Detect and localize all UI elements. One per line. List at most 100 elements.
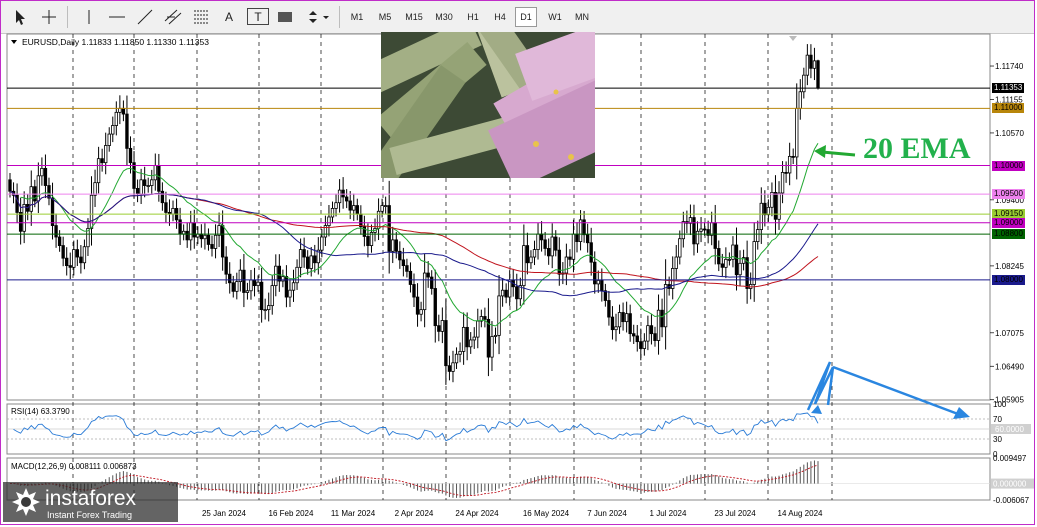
rsi-tick-label: 100 [993,400,1007,409]
candle-body [469,339,473,348]
macd-tick-label: 0.009497 [993,454,1027,463]
candle-body [727,258,732,261]
x-axis-label: 1 Jul 2024 [650,509,687,518]
candle-body [635,335,639,343]
candle-body [795,107,799,158]
candle-body [65,257,69,267]
candle-body [306,256,310,269]
candle-body [770,192,774,208]
candle-body [47,185,51,199]
candle-body [185,230,189,241]
candle-body [383,205,388,207]
candle-body [192,222,196,238]
candle-body [405,265,409,272]
candle-body [29,186,33,212]
candle-body [546,248,551,257]
candle-body [245,290,250,293]
x-axis-label: 2 Apr 2024 [395,509,434,518]
candle-body [252,279,257,287]
candle-body [660,309,664,328]
candle-body [624,313,629,323]
candle-body [220,225,225,258]
candle-body [695,230,700,245]
candle-body [798,91,802,109]
price-level-label: 1.09500 [992,189,1025,200]
candle-body [812,60,817,69]
candle-body [777,192,781,220]
candle-body [164,202,168,213]
candle-body [8,179,12,192]
candle-body [259,281,264,311]
candle-body [54,225,58,238]
candle-body [802,74,806,93]
candle-body [320,236,324,251]
candle-body [596,280,600,285]
y-tick-label: 1.06490 [995,362,1024,371]
candle-body [543,239,547,249]
candle-body [444,320,448,367]
candle-body [780,171,785,194]
candle-body [486,318,491,358]
candle-body [472,336,476,341]
candle-body [199,233,204,240]
candle-body [231,282,235,292]
candle-body [681,221,686,240]
candle-body [791,155,795,158]
candle-body [632,333,636,337]
candle-body [724,258,728,268]
candle-body [550,236,554,257]
candle-body [274,265,278,287]
candle-body [362,226,367,237]
candle-body [79,256,83,264]
candle-body [678,238,682,258]
candle-body [759,202,763,230]
candle-body [476,320,480,338]
candle-body [50,197,55,226]
candle-body [114,111,118,126]
y-tick-label: 1.07075 [995,329,1024,338]
candle-body [107,133,111,146]
logo-brand-text: instaforex [45,487,137,510]
x-axis-label: 23 Jul 2024 [714,509,756,518]
candle-body [702,228,707,231]
candle-body [603,290,608,301]
candle-body [380,205,384,212]
candle-body [366,236,370,246]
candle-body [40,167,44,177]
candle-body [692,217,696,245]
candle-body [344,196,349,202]
macd-title: MACD(12,26,9) 0.008111 0.006873 [11,462,137,471]
candle-body [412,284,416,298]
ema-annotation-label: 20 EMA [863,132,971,165]
candle-body [646,325,650,342]
candle-body [656,309,661,341]
candle-body [639,341,643,349]
candle-body [408,270,413,285]
candle-body [493,334,498,337]
candle-body [277,265,282,282]
candle-body [763,202,767,216]
candle-body [571,233,576,260]
candle-body [504,289,508,298]
candle-body [805,54,810,76]
candle-body [447,365,452,372]
candle-body [111,125,115,135]
candle-body [568,256,572,260]
candle-body [766,206,771,216]
candle-body [593,261,597,285]
candle-body [270,285,274,307]
candle-body [206,234,211,245]
candle-body [203,234,207,240]
candle-body [267,305,271,311]
candle-body [809,54,813,69]
candle-body [224,256,228,275]
candle-body [653,333,657,341]
candle-body [337,189,342,204]
candle-body [82,246,87,264]
candle-body [430,276,434,289]
price-level-label: 1.11353 [992,83,1025,94]
candle-body [532,249,537,258]
candle-body [288,289,292,298]
candle-body [454,353,459,364]
candle-body [352,205,356,211]
